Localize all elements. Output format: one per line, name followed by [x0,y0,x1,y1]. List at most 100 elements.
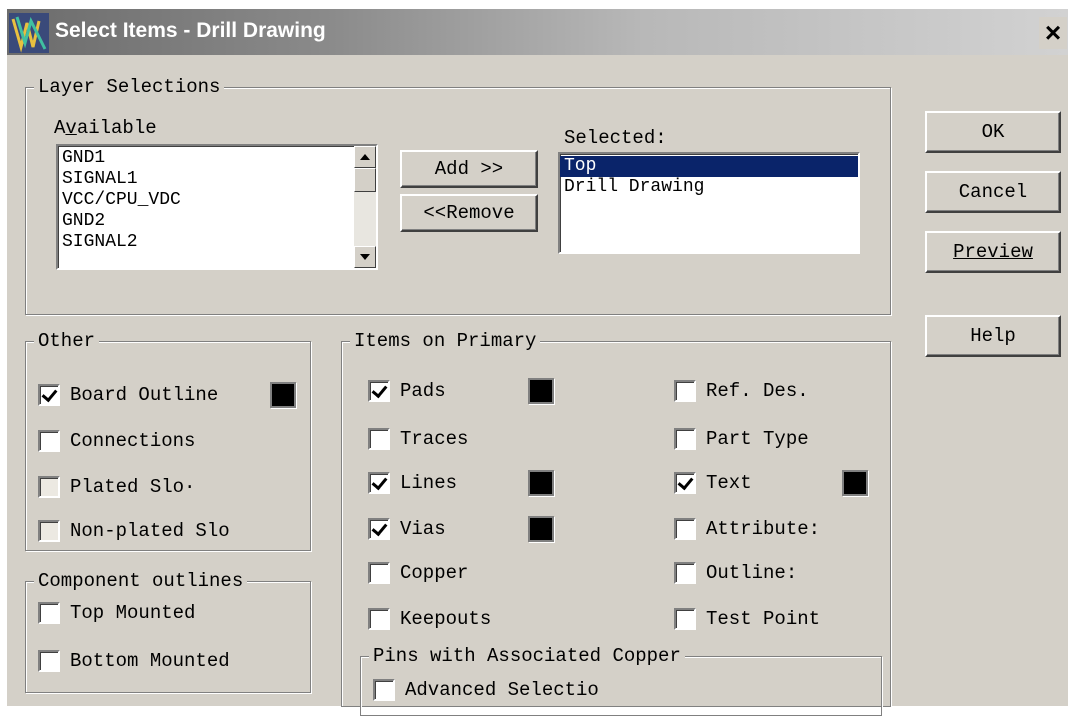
window-title: Select Items - Drill Drawing [55,19,326,42]
text-color-swatch[interactable] [842,470,868,496]
list-item[interactable]: SIGNAL1 [58,169,376,190]
list-item[interactable]: GND1 [58,148,376,169]
ref-des-label: Ref. Des. [706,380,809,402]
pads-checkbox[interactable]: Pads [368,378,446,404]
list-item[interactable]: Drill Drawing [560,177,858,198]
lines-checkbox[interactable]: Lines [368,470,457,496]
scroll-thumb[interactable] [354,168,376,192]
board-outline-checkbox[interactable]: Board Outline [38,382,218,408]
arrow-up-icon [360,154,370,160]
bottom-mounted-checkbox[interactable]: Bottom Mounted [38,648,230,674]
ok-button[interactable]: OK [925,111,1061,153]
checkbox-box[interactable] [368,562,390,584]
items-on-primary-group: Items on Primary Pads Traces Lines Vias … [341,329,891,716]
list-item[interactable]: Top [560,156,858,177]
traces-label: Traces [400,428,469,450]
outlines-label: Outline: [706,562,798,584]
checkbox-box[interactable] [674,428,696,450]
plated-slots-checkbox[interactable]: Plated Slo· [38,474,195,500]
checkbox-box[interactable] [368,608,390,630]
vias-color-swatch[interactable] [528,516,554,542]
ref-des-checkbox[interactable]: Ref. Des. [674,378,809,404]
scroll-down-button[interactable] [354,246,376,268]
close-button[interactable]: × [1039,17,1067,49]
top-mounted-checkbox[interactable]: Top Mounted [38,600,195,626]
bottom-mounted-label: Bottom Mounted [70,650,230,672]
lines-label: Lines [400,472,458,494]
layer-selections-group: Layer Selections Available GND1 SIGNAL1 … [25,75,891,315]
title-bar[interactable]: Select Items - Drill Drawing × [7,9,1068,55]
copper-checkbox[interactable]: Copper [368,560,468,586]
help-button[interactable]: Help [925,315,1061,357]
checkbox-box[interactable] [674,608,696,630]
list-item[interactable]: SIGNAL2 [58,232,376,253]
checkbox-box[interactable] [368,472,390,494]
layer-selections-legend: Layer Selections [34,75,225,99]
remove-button[interactable]: <<Remove [400,194,538,232]
ok-button-label: OK [981,121,1005,143]
top-mounted-label: Top Mounted [70,602,196,624]
available-label: Available [54,117,157,139]
available-list: GND1 SIGNAL1 VCC/CPU_VDC GND2 SIGNAL2 [58,146,376,253]
selected-listbox[interactable]: Top Drill Drawing [558,152,860,254]
checkbox-box[interactable] [38,430,60,452]
board-outline-color-swatch[interactable] [270,382,296,408]
selected-label: Selected: [564,127,667,149]
advanced-selection-checkbox[interactable]: Advanced Selectio [373,677,599,703]
checkbox-box[interactable] [674,380,696,402]
vias-checkbox[interactable]: Vias [368,516,446,542]
connections-label: Connections [70,430,196,452]
pads-label: Pads [400,380,446,402]
non-plated-slots-checkbox[interactable]: Non-plated Slo [38,518,230,544]
plated-slots-label: Plated Slo· [70,476,196,498]
checkbox-box[interactable] [38,384,60,406]
keepouts-checkbox[interactable]: Keepouts [368,606,491,632]
part-type-checkbox[interactable]: Part Type [674,426,809,452]
keepouts-label: Keepouts [400,608,492,630]
preview-button[interactable]: Preview [925,231,1061,273]
checkbox-box[interactable] [38,476,60,498]
add-button[interactable]: Add >> [400,150,538,188]
checkbox-box[interactable] [38,650,60,672]
pads-color-swatch[interactable] [528,378,554,404]
connections-checkbox[interactable]: Connections [38,428,195,454]
board-outline-label: Board Outline [70,384,219,406]
lines-color-swatch[interactable] [528,470,554,496]
list-item[interactable]: GND2 [58,211,376,232]
add-button-label: Add >> [434,158,504,180]
checkbox-box[interactable] [38,520,60,542]
non-plated-slots-label: Non-plated Slo [70,520,230,542]
checkbox-box[interactable] [368,518,390,540]
available-listbox[interactable]: GND1 SIGNAL1 VCC/CPU_VDC GND2 SIGNAL2 [56,144,378,270]
test-point-label: Test Point [706,608,821,630]
part-type-label: Part Type [706,428,809,450]
copper-label: Copper [400,562,469,584]
component-outlines-legend: Component outlines [34,569,248,593]
attributes-checkbox[interactable]: Attribute: [674,516,820,542]
items-on-primary-legend: Items on Primary [350,329,541,353]
scroll-up-button[interactable] [354,146,376,168]
checkbox-box[interactable] [38,602,60,624]
arrow-down-icon [360,254,370,260]
attributes-label: Attribute: [706,518,821,540]
checkbox-box[interactable] [368,380,390,402]
list-item[interactable]: VCC/CPU_VDC [58,190,376,211]
outlines-checkbox[interactable]: Outline: [674,560,797,586]
test-point-checkbox[interactable]: Test Point [674,606,820,632]
text-label: Text [706,472,752,494]
vias-label: Vias [400,518,446,540]
text-checkbox[interactable]: Text [674,470,752,496]
checkbox-box[interactable] [674,472,696,494]
checkbox-box[interactable] [373,679,395,701]
cancel-button-label: Cancel [958,181,1028,203]
checkbox-box[interactable] [674,518,696,540]
component-outlines-group: Component outlines Top Mounted Bottom Mo… [25,569,311,693]
traces-checkbox[interactable]: Traces [368,426,468,452]
checkbox-box[interactable] [368,428,390,450]
cancel-button[interactable]: Cancel [925,171,1061,213]
available-scrollbar[interactable] [354,146,376,268]
pins-with-copper-group: Pins with Associated Copper Advanced Sel… [360,644,882,716]
preview-button-label: Preview [953,241,1033,263]
checkbox-box[interactable] [674,562,696,584]
help-button-label: Help [970,325,1016,347]
